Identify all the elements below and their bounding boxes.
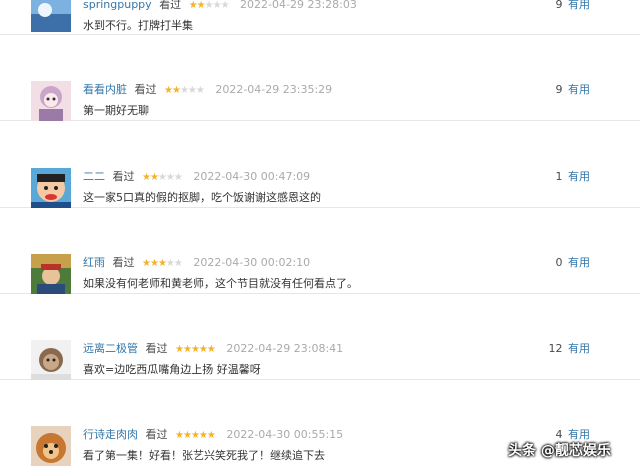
- username-link[interactable]: springpuppy: [83, 0, 152, 11]
- watch-status: 看过: [145, 428, 168, 441]
- watermark: 头条 @靓芯娱乐: [508, 443, 611, 459]
- review-date: 2022-04-29 23:08:41: [226, 342, 344, 355]
- star-empty-icon: ★: [187, 85, 197, 96]
- review-text: 水到不行。打牌打半集: [83, 19, 193, 32]
- star-empty-icon: ★: [195, 85, 205, 96]
- review-text: 如果没有何老师和黄老师，这个节目就没有任何看点了。: [83, 277, 358, 290]
- username-link[interactable]: 行诗走肉肉: [83, 428, 138, 441]
- watch-status: 看过: [145, 342, 168, 355]
- review-item: springpuppy 看过 ★★★★★ 2022-04-29 23:28:03…: [0, 0, 640, 35]
- star-filled-icon: ★: [149, 172, 159, 183]
- review-text: 第一期好无聊: [83, 104, 149, 117]
- star-filled-icon: ★: [206, 430, 216, 441]
- useful-votes: 12 有用: [549, 342, 591, 356]
- star-empty-icon: ★: [212, 0, 222, 11]
- vote-count: 0: [555, 256, 563, 269]
- review-date: 2022-04-30 00:02:10: [193, 256, 311, 269]
- star-filled-icon: ★: [182, 344, 192, 355]
- review-item: 远离二极管 看过 ★★★★★ 2022-04-29 23:08:41 12 有用…: [0, 293, 640, 380]
- vote-count: 9: [555, 83, 563, 96]
- review-text: 这一家5口真的假的抠脚，吃个饭谢谢这感恩这的: [83, 191, 321, 204]
- avatar[interactable]: [31, 168, 71, 208]
- star-empty-icon: ★: [165, 172, 175, 183]
- star-filled-icon: ★: [188, 0, 198, 11]
- useful-button[interactable]: 有用: [568, 0, 590, 11]
- star-filled-icon: ★: [198, 344, 208, 355]
- star-filled-icon: ★: [171, 85, 181, 96]
- useful-button[interactable]: 有用: [568, 83, 590, 96]
- star-filled-icon: ★: [149, 258, 159, 269]
- review-meta: 看看内脏 看过 ★★★★★ 2022-04-29 23:35:29: [83, 83, 332, 98]
- username-link[interactable]: 二二: [83, 170, 105, 183]
- watch-status: 看过: [112, 170, 135, 183]
- watch-status: 看过: [134, 83, 157, 96]
- star-filled-icon: ★: [164, 85, 173, 96]
- star-filled-icon: ★: [196, 0, 206, 11]
- review-meta: 二二 看过 ★★★★★ 2022-04-30 00:47:09: [83, 170, 310, 185]
- useful-button[interactable]: 有用: [568, 256, 590, 269]
- avatar[interactable]: [31, 426, 71, 466]
- review-meta: 行诗走肉肉 看过 ★★★★★ 2022-04-30 00:55:15: [83, 428, 343, 443]
- star-empty-icon: ★: [165, 258, 175, 269]
- review-date: 2022-04-29 23:28:03: [240, 0, 357, 11]
- username-link[interactable]: 看看内脏: [83, 83, 127, 96]
- star-rating: ★★★★★: [175, 429, 216, 443]
- star-filled-icon: ★: [206, 344, 216, 355]
- avatar[interactable]: [31, 0, 71, 32]
- star-rating: ★★★★★: [164, 84, 205, 98]
- star-filled-icon: ★: [175, 344, 184, 355]
- star-empty-icon: ★: [173, 172, 183, 183]
- avatar[interactable]: [31, 81, 71, 121]
- star-filled-icon: ★: [190, 344, 200, 355]
- username-link[interactable]: 远离二极管: [83, 342, 138, 355]
- review-date: 2022-04-30 00:55:15: [226, 428, 344, 441]
- useful-votes: 1 有用: [556, 170, 591, 184]
- review-meta: 红雨 看过 ★★★★★ 2022-04-30 00:02:10: [83, 256, 310, 271]
- vote-count: 1: [555, 170, 563, 183]
- star-empty-icon: ★: [220, 0, 230, 11]
- watch-status: 看过: [159, 0, 182, 11]
- star-empty-icon: ★: [173, 258, 183, 269]
- star-rating: ★★★★★: [188, 0, 230, 13]
- review-meta: springpuppy 看过 ★★★★★ 2022-04-29 23:28:03: [83, 0, 357, 13]
- useful-votes: 9 有用: [556, 83, 591, 97]
- avatar[interactable]: [31, 254, 71, 294]
- vote-count: 12: [548, 342, 563, 355]
- review-item: 看看内脏 看过 ★★★★★ 2022-04-29 23:35:29 9 有用 第…: [0, 34, 640, 121]
- star-filled-icon: ★: [175, 430, 184, 441]
- star-empty-icon: ★: [179, 85, 189, 96]
- review-date: 2022-04-30 00:47:09: [193, 170, 311, 183]
- star-rating: ★★★★★: [142, 257, 183, 271]
- review-date: 2022-04-29 23:35:29: [215, 83, 333, 96]
- star-filled-icon: ★: [142, 258, 151, 269]
- star-filled-icon: ★: [182, 430, 192, 441]
- review-meta: 远离二极管 看过 ★★★★★ 2022-04-29 23:08:41: [83, 342, 343, 357]
- username-link[interactable]: 红雨: [83, 256, 105, 269]
- star-rating: ★★★★★: [142, 171, 183, 185]
- watch-status: 看过: [112, 256, 135, 269]
- star-filled-icon: ★: [198, 430, 208, 441]
- star-rating: ★★★★★: [175, 343, 216, 357]
- review-text: 喜欢=边吃西瓜嘴角边上扬 好温馨呀: [83, 363, 261, 376]
- vote-count: 9: [555, 0, 563, 11]
- star-filled-icon: ★: [142, 172, 151, 183]
- useful-button[interactable]: 有用: [568, 342, 590, 355]
- avatar[interactable]: [31, 340, 71, 380]
- review-item: 二二 看过 ★★★★★ 2022-04-30 00:47:09 1 有用 这一家…: [0, 121, 640, 208]
- star-empty-icon: ★: [204, 0, 214, 11]
- star-empty-icon: ★: [157, 172, 167, 183]
- useful-button[interactable]: 有用: [568, 170, 590, 183]
- useful-votes: 0 有用: [556, 256, 591, 270]
- star-filled-icon: ★: [190, 430, 200, 441]
- useful-votes: 9 有用: [556, 0, 591, 12]
- review-text: 看了第一集！好看！张艺兴笑死我了！继续追下去: [83, 449, 325, 462]
- review-item: 红雨 看过 ★★★★★ 2022-04-30 00:02:10 0 有用 如果没…: [0, 207, 640, 294]
- star-filled-icon: ★: [157, 258, 167, 269]
